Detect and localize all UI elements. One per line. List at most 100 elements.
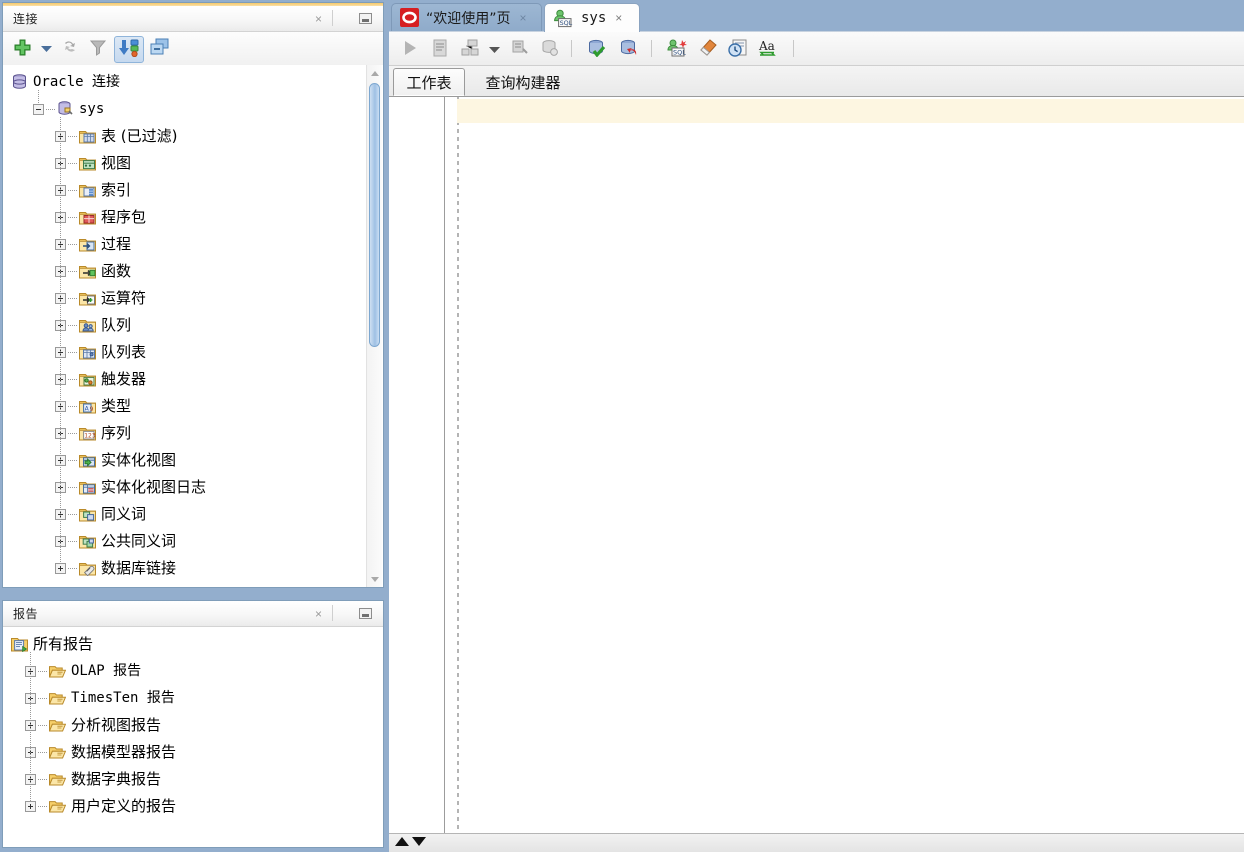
- reports-close-button[interactable]: ×: [309, 604, 328, 623]
- reports-tree-area[interactable]: 所有报告 OLAP 报告 TimesTen 报告分析视图报告 数据模型器报告 数据字典报…: [3, 627, 383, 847]
- tree-item-label: 视图: [101, 154, 132, 172]
- tree-guide: [68, 217, 77, 218]
- new-connection-button[interactable]: [9, 36, 35, 61]
- tree-item-label: 类型: [101, 397, 132, 415]
- tree-item[interactable]: 同义词: [3, 501, 367, 528]
- tree-item-label: 数据库链接: [101, 559, 177, 577]
- tree-item[interactable]: 表 (已过滤): [3, 123, 367, 150]
- format-case-button[interactable]: Aa: [755, 37, 783, 61]
- tree-guide: [38, 779, 47, 780]
- tree-guide: [68, 460, 77, 461]
- tree-item[interactable]: 用户定义的报告: [3, 793, 379, 820]
- tree-item[interactable]: 触发器: [3, 366, 367, 393]
- tree-item[interactable]: 运算符: [3, 285, 367, 312]
- tree-item[interactable]: 公共同义词: [3, 528, 367, 555]
- autotrace-button[interactable]: [507, 37, 533, 61]
- tree-expander-minus-icon[interactable]: [33, 104, 44, 115]
- new-connection-dropdown[interactable]: [37, 36, 55, 61]
- subtab-1[interactable]: 工作表: [393, 68, 465, 96]
- tree-item[interactable]: 实体化视图: [3, 447, 367, 474]
- schedule-button[interactable]: [725, 37, 751, 61]
- sql-history-button[interactable]: [537, 37, 563, 61]
- tree-item[interactable]: 函数: [3, 258, 367, 285]
- scroll-down-arrow[interactable]: [367, 571, 382, 587]
- scroll-up-icon[interactable]: [395, 837, 409, 846]
- run-statement-button[interactable]: [397, 37, 423, 61]
- sql-worksheet[interactable]: [389, 96, 1244, 834]
- reports-minimize-button[interactable]: [356, 604, 375, 623]
- tree-guide: [68, 352, 77, 353]
- subtab-2[interactable]: 查询构建器: [471, 68, 575, 96]
- run-script-button[interactable]: [427, 37, 453, 61]
- tree-guide: [68, 379, 77, 380]
- collapse-all-button[interactable]: [147, 36, 173, 61]
- tree-guide: [68, 433, 77, 434]
- commit-button[interactable]: [583, 37, 611, 61]
- tree-item[interactable]: 数据模型器报告: [3, 739, 379, 766]
- tree-guide: [68, 244, 77, 245]
- oracle-logo-icon: [400, 8, 419, 27]
- schedule-icon: [728, 39, 748, 60]
- clear-button[interactable]: [695, 37, 721, 61]
- tree-guide: [38, 698, 47, 699]
- current-line-highlight: [457, 99, 1244, 123]
- tree-item[interactable]: 分析视图报告: [3, 712, 379, 739]
- connections-tree[interactable]: Oracle 连接 sys 表 (已过滤) 视图索引 程序包 过程 函数 运算符 队列 队列表 触发…: [3, 69, 367, 582]
- left-dock: 连接 × Oracle 连接 sys 表 (已过滤) 视图 索引 程序包 过程 …: [0, 0, 386, 852]
- tree-item[interactable]: 数据字典报告: [3, 766, 379, 793]
- tree-item[interactable]: 实体化视图日志: [3, 474, 367, 501]
- folder-mview-log-icon: [79, 479, 96, 495]
- reports-tree[interactable]: 所有报告 OLAP 报告 TimesTen 报告分析视图报告 数据模型器报告 数据字典报…: [3, 631, 379, 820]
- scroll-down-icon[interactable]: [412, 837, 426, 846]
- editor-tabstrip[interactable]: “欢迎使用”页 × SQL sys ×: [389, 0, 1244, 32]
- tree-guide: [68, 487, 77, 488]
- tree-item[interactable]: Oracle 连接: [3, 69, 367, 96]
- tree-item[interactable]: 索引: [3, 177, 367, 204]
- editor-tab-2[interactable]: SQL sys ×: [544, 3, 640, 32]
- tree-item[interactable]: OLAP 报告: [3, 658, 379, 685]
- tree-guide: [68, 298, 77, 299]
- folder-public-synonym-icon: [79, 533, 96, 549]
- sql-edit-area[interactable]: [457, 97, 1244, 834]
- tree-item[interactable]: 视图: [3, 150, 367, 177]
- connections-tree-area[interactable]: Oracle 连接 sys 表 (已过滤) 视图索引 程序包 过程 函数 运算符 队列 队列表 触发…: [3, 65, 383, 587]
- refresh-button[interactable]: [58, 36, 82, 61]
- scrollbar-thumb[interactable]: [369, 83, 380, 347]
- connections-scrollbar[interactable]: [366, 65, 382, 587]
- tab-close-icon[interactable]: ×: [520, 11, 527, 25]
- tree-expander-plus-icon[interactable]: [25, 801, 36, 812]
- tree-expander-plus-icon[interactable]: [55, 563, 66, 574]
- explain-plan-button[interactable]: [457, 37, 483, 61]
- folder-package-icon: [79, 209, 96, 225]
- connections-close-button[interactable]: ×: [309, 9, 328, 28]
- tree-item[interactable]: 123 序列: [3, 420, 367, 447]
- editor-tab-1[interactable]: “欢迎使用”页 ×: [391, 3, 542, 31]
- tree-item[interactable]: sys: [3, 96, 367, 123]
- subtab-label: 查询构建器: [485, 73, 561, 92]
- minimize-icon: [359, 13, 372, 24]
- editor-tab-label: sys: [581, 10, 607, 26]
- tree-item[interactable]: 队列: [3, 312, 367, 339]
- tree-item[interactable]: 队列表: [3, 339, 367, 366]
- tree-item[interactable]: 过程: [3, 231, 367, 258]
- tree-item[interactable]: 程序包: [3, 204, 367, 231]
- import-connections-button[interactable]: [114, 36, 144, 63]
- autotrace-dropdown[interactable]: [485, 37, 503, 61]
- connections-panel-title: 连接: [13, 12, 39, 26]
- tree-item[interactable]: 所有报告: [3, 631, 379, 658]
- tree-item[interactable]: TimesTen 报告: [3, 685, 379, 712]
- unshared-worksheet-button[interactable]: SQL: [663, 37, 691, 61]
- tree-item[interactable]: A 9 类型: [3, 393, 367, 420]
- import-status-icon: [118, 39, 140, 60]
- connections-minimize-button[interactable]: [356, 9, 375, 28]
- tab-close-icon[interactable]: ×: [615, 11, 622, 25]
- tree-item-label: TimesTen 报告: [71, 690, 175, 706]
- filter-button[interactable]: [86, 36, 110, 61]
- statusbar-scroll-arrows[interactable]: [395, 837, 426, 846]
- tree-vertical-guide: [38, 90, 39, 104]
- worksheet-subtabs[interactable]: 工作表 查询构建器: [389, 66, 1244, 97]
- rollback-button[interactable]: [615, 37, 643, 61]
- scroll-up-arrow[interactable]: [367, 65, 382, 81]
- tree-item[interactable]: 数据库链接: [3, 555, 367, 582]
- editor-body: SQL Aa 工作表 查询构建器: [389, 31, 1244, 834]
